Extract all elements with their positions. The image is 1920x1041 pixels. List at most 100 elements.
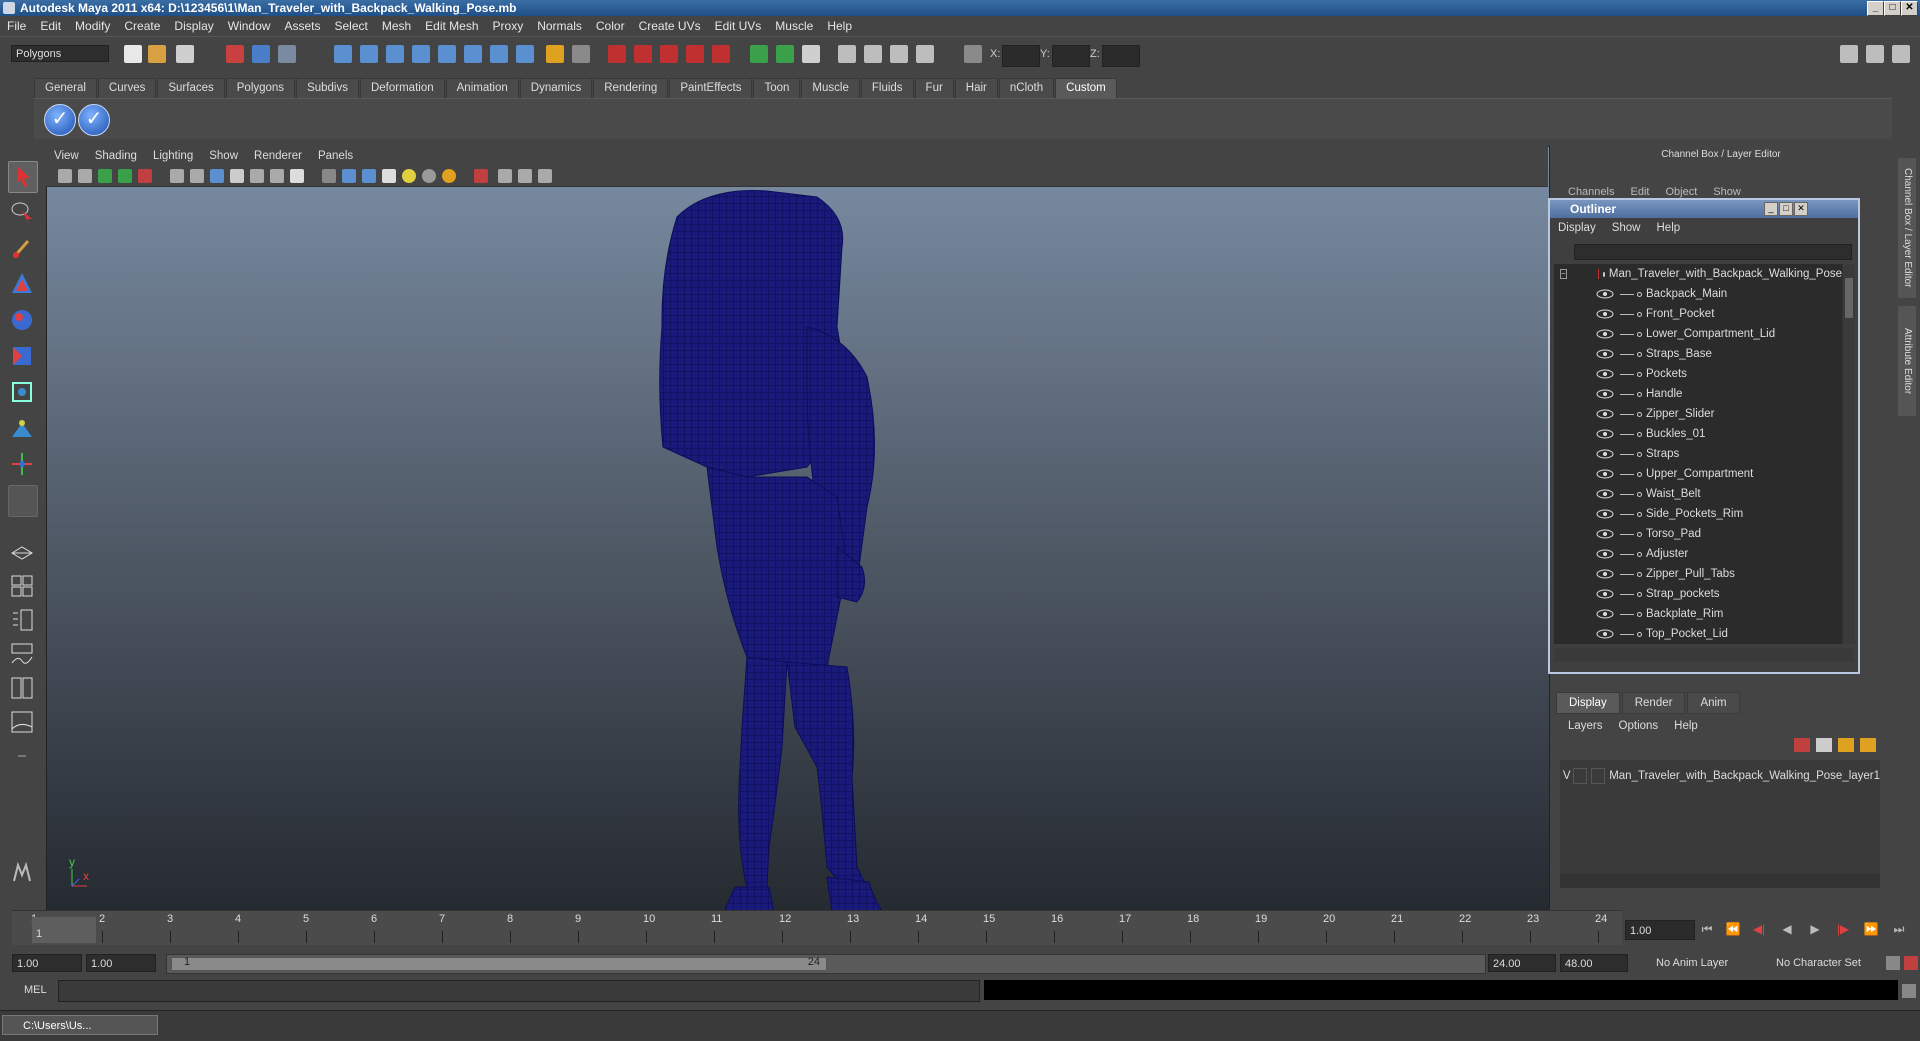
mel-label[interactable]: MEL xyxy=(24,984,47,996)
outliner-vertical-scrollbar[interactable] xyxy=(1842,264,1855,644)
shelf-tab-ncloth[interactable]: nCloth xyxy=(998,77,1055,99)
outliner-item[interactable]: Strap_pockets xyxy=(1554,584,1842,604)
layout-persp-graph-icon[interactable] xyxy=(8,639,36,669)
cb-menu-edit[interactable]: Edit xyxy=(1622,186,1657,198)
shelf-tab-animation[interactable]: Animation xyxy=(445,77,519,99)
current-frame-field[interactable]: 1.00 xyxy=(1625,920,1695,940)
play-forward-icon[interactable]: ▶ xyxy=(1806,920,1824,938)
script-editor-icon[interactable] xyxy=(1902,984,1916,998)
xray-icon[interactable] xyxy=(498,169,512,183)
history-icon[interactable] xyxy=(490,45,508,63)
animation-start-field[interactable]: 1.00 xyxy=(12,954,82,972)
outliner-item[interactable]: Handle xyxy=(1554,384,1842,404)
vp-menu-lighting[interactable]: Lighting xyxy=(145,146,201,166)
new-layer-from-selected-icon[interactable] xyxy=(1794,738,1810,752)
outliner-filter-input[interactable] xyxy=(1574,244,1852,260)
ipr-render-icon[interactable] xyxy=(634,45,652,63)
outliner-menu-help[interactable]: Help xyxy=(1649,218,1689,238)
menu-set-dropdown[interactable]: Polygons xyxy=(11,45,109,62)
step-back-key-icon[interactable]: ⏪ xyxy=(1724,920,1742,938)
tool-settings-icon[interactable] xyxy=(864,45,882,63)
vp-menu-panels[interactable]: Panels xyxy=(310,146,361,166)
camera-attributes-icon[interactable] xyxy=(78,169,92,183)
shelf-tab-hair[interactable]: Hair xyxy=(954,77,998,99)
outliner-item[interactable]: Torso_Pad xyxy=(1554,524,1842,544)
play-backward-icon[interactable]: ◀ xyxy=(1778,920,1796,938)
vp-menu-renderer[interactable]: Renderer xyxy=(246,146,310,166)
menu-assets[interactable]: Assets xyxy=(277,16,327,36)
select-component-icon[interactable] xyxy=(278,45,296,63)
hypershade-icon[interactable] xyxy=(686,45,704,63)
textured-icon[interactable] xyxy=(382,169,396,183)
coord-x-field[interactable] xyxy=(1002,45,1040,67)
safe-title-icon[interactable] xyxy=(290,169,304,183)
layer-row[interactable]: V Man_Traveler_with_Backpack_Walking_Pos… xyxy=(1560,766,1880,786)
menu-edit-uvs[interactable]: Edit UVs xyxy=(708,16,769,36)
collapse-toolbox-icon[interactable] xyxy=(8,741,36,771)
minimize-button[interactable]: _ xyxy=(1867,1,1884,16)
menu-edit-mesh[interactable]: Edit Mesh xyxy=(418,16,485,36)
layer-color-swatch[interactable] xyxy=(1591,768,1606,784)
layout-single-pane-icon[interactable] xyxy=(8,537,36,567)
current-time-marker[interactable]: 1 xyxy=(32,917,96,943)
shelf-tab-surfaces[interactable]: Surfaces xyxy=(157,77,225,99)
outliner-item[interactable]: Zipper_Pull_Tabs xyxy=(1554,564,1842,584)
move-selected-down-icon[interactable] xyxy=(1860,738,1876,752)
save-scene-icon[interactable] xyxy=(176,45,194,63)
menu-muscle[interactable]: Muscle xyxy=(768,16,820,36)
wireframe-icon[interactable] xyxy=(322,169,336,183)
close-button[interactable]: ✕ xyxy=(1901,1,1918,16)
visibility-eye-icon[interactable] xyxy=(1596,289,1614,299)
smooth-shade-icon[interactable] xyxy=(342,169,356,183)
visibility-eye-icon[interactable] xyxy=(1596,549,1614,559)
isolate-select-icon[interactable] xyxy=(474,169,488,183)
lasso-tool-icon[interactable] xyxy=(8,197,36,227)
visibility-eye-icon[interactable] xyxy=(1596,409,1614,419)
menu-help[interactable]: Help xyxy=(820,16,859,36)
visibility-eye-icon[interactable] xyxy=(1596,329,1614,339)
outliner-item[interactable]: Backplate_Rim xyxy=(1554,604,1842,624)
shelf-tab-toon[interactable]: Toon xyxy=(753,77,801,99)
coord-z-field[interactable] xyxy=(1102,45,1140,67)
vp-menu-shading[interactable]: Shading xyxy=(87,146,145,166)
snap-live-icon[interactable] xyxy=(464,45,482,63)
snap-grid-icon[interactable] xyxy=(334,45,352,63)
vp-menu-view[interactable]: View xyxy=(46,146,87,166)
animation-preferences-icon[interactable] xyxy=(1904,956,1918,970)
scale-tool-icon[interactable] xyxy=(8,341,36,371)
render-view-icon[interactable] xyxy=(712,45,730,63)
collapse-icon[interactable]: − xyxy=(1560,269,1567,279)
safe-action-icon[interactable] xyxy=(270,169,284,183)
render-region-icon[interactable] xyxy=(750,45,768,63)
show-manipulator-icon[interactable] xyxy=(8,449,36,479)
shelf-tab-general[interactable]: General xyxy=(34,77,97,99)
shelf-check-button-1[interactable]: ✓ xyxy=(44,104,76,136)
auto-key-icon[interactable] xyxy=(1886,956,1900,970)
universal-manipulator-icon[interactable] xyxy=(8,377,36,407)
shelf-tab-curves[interactable]: Curves xyxy=(97,77,157,99)
visibility-eye-icon[interactable] xyxy=(1596,509,1614,519)
side-tab-attribute-editor[interactable]: Attribute Editor xyxy=(1898,306,1916,416)
coord-y-field[interactable] xyxy=(1052,45,1090,67)
layer-horizontal-scrollbar[interactable] xyxy=(1560,874,1880,888)
visibility-eye-icon[interactable] xyxy=(1596,589,1614,599)
last-used-tool-icon[interactable] xyxy=(8,485,38,517)
outliner-horizontal-scrollbar[interactable] xyxy=(1554,648,1854,662)
character-set-dropdown[interactable]: No Character Set xyxy=(1772,954,1882,972)
2d-pan-zoom-icon[interactable] xyxy=(138,169,152,183)
vp-menu-show[interactable]: Show xyxy=(201,146,246,166)
layout-persp-outliner-icon[interactable] xyxy=(8,707,36,737)
menu-select[interactable]: Select xyxy=(327,16,374,36)
menu-proxy[interactable]: Proxy xyxy=(486,16,531,36)
layout-outliner-persp-icon[interactable] xyxy=(8,605,36,635)
layout-hypershade-persp-icon[interactable] xyxy=(8,673,36,703)
visibility-eye-icon[interactable] xyxy=(1596,369,1614,379)
outliner-menu-display[interactable]: Display xyxy=(1550,218,1604,238)
field-chart-icon[interactable] xyxy=(250,169,264,183)
outliner-item[interactable]: Zipper_Slider xyxy=(1554,404,1842,424)
command-input[interactable] xyxy=(58,980,980,1002)
visibility-eye-icon[interactable] xyxy=(1596,469,1614,479)
input-ops-icon[interactable] xyxy=(572,45,590,63)
go-to-start-icon[interactable]: ⏮ xyxy=(1698,920,1716,938)
menu-create[interactable]: Create xyxy=(117,16,167,36)
